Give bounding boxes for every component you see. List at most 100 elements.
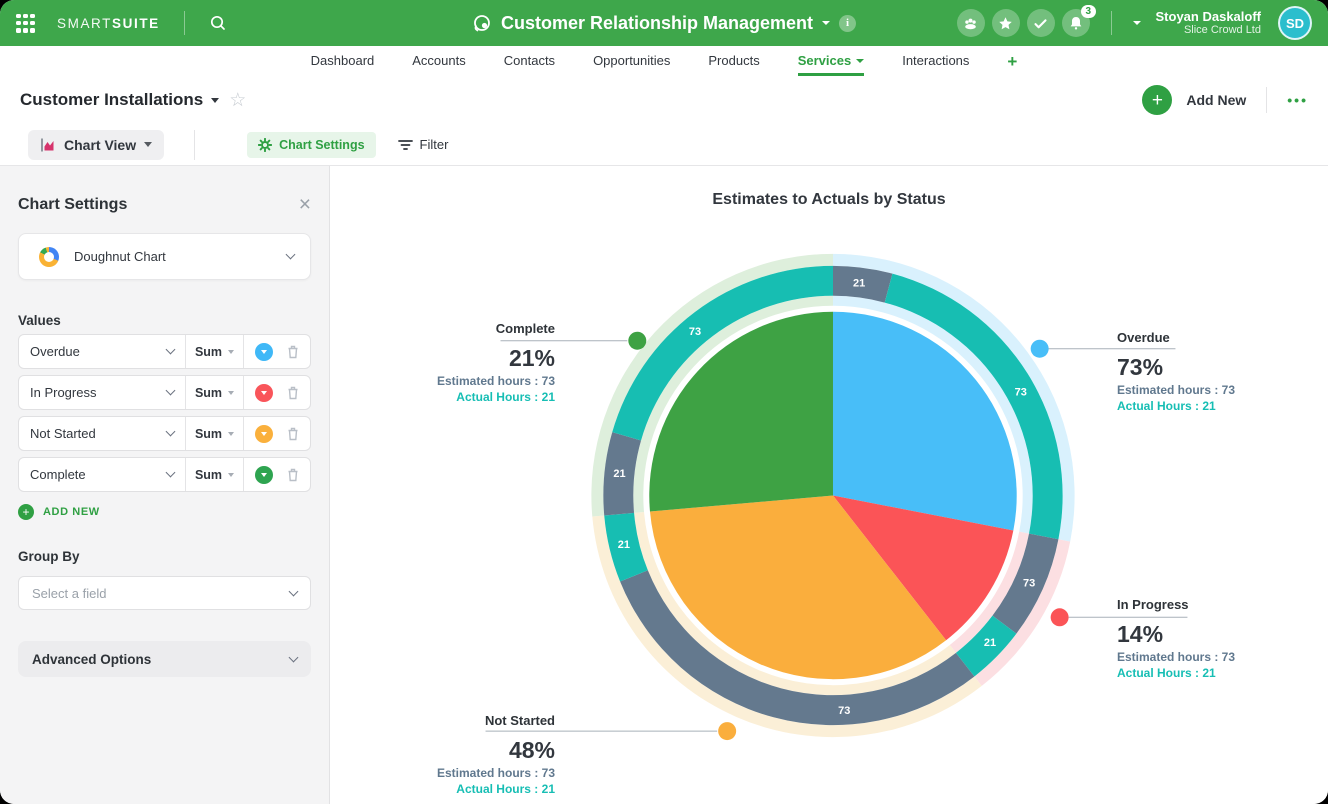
gear-icon (258, 138, 272, 152)
caret-down-icon (228, 391, 234, 395)
values-section-label: Values (18, 313, 311, 328)
color-picker-button[interactable] (255, 466, 273, 484)
info-icon[interactable]: i (839, 15, 856, 32)
trash-icon[interactable] (286, 426, 300, 441)
user-menu[interactable]: Stoyan Daskaloff Slice Crowd Ltd (1156, 9, 1261, 38)
app-grid-icon[interactable] (16, 14, 35, 33)
search-icon[interactable] (209, 14, 227, 32)
user-name: Stoyan Daskaloff (1156, 9, 1261, 25)
user-menu-caret-icon[interactable] (1133, 21, 1141, 25)
caret-down-icon (228, 432, 234, 436)
table-tabbar: Dashboard Accounts Contacts Opportunitie… (0, 46, 1328, 76)
add-new-label: Add New (1186, 92, 1246, 108)
tab-contacts[interactable]: Contacts (504, 46, 555, 76)
view-selector[interactable]: Chart View (28, 130, 164, 160)
doughnut-chart-icon (39, 247, 59, 267)
view-selector-label: Chart View (64, 137, 136, 153)
tab-interactions[interactable]: Interactions (902, 46, 969, 76)
chevron-down-icon (289, 586, 299, 596)
app-window: SMARTSUITE Customer Relationship Managem… (0, 0, 1328, 804)
tasks-check-icon[interactable] (1027, 9, 1055, 37)
more-options-button[interactable]: ••• (1287, 92, 1308, 108)
tab-accounts[interactable]: Accounts (412, 46, 465, 76)
color-picker-button[interactable] (255, 384, 273, 402)
callout-percent: 48% (405, 737, 555, 763)
field-select-complete[interactable]: Complete (19, 458, 186, 491)
add-new-button[interactable]: + (1142, 85, 1172, 115)
tab-services-caret-icon (856, 59, 864, 63)
callout-actual: Actual Hours : 21 (405, 782, 555, 796)
callout-complete: Complete 21% Estimated hours : 73 Actual… (405, 321, 555, 404)
doughnut-chart-svg[interactable]: 2173732173212173 (330, 166, 1328, 804)
solution-title-group[interactable]: Customer Relationship Management i (472, 13, 856, 34)
favorites-star-icon[interactable] (992, 9, 1020, 37)
panel-title: Chart Settings (18, 196, 127, 214)
close-icon[interactable]: × (299, 194, 311, 215)
chart-settings-button[interactable]: Chart Settings (247, 132, 375, 158)
solution-caret-icon[interactable] (822, 21, 830, 25)
advanced-options-label: Advanced Options (32, 652, 151, 667)
chart-canvas: Estimates to Actuals by Status 217373217… (330, 166, 1328, 804)
field-select-in-progress[interactable]: In Progress (19, 376, 186, 409)
members-icon[interactable] (957, 9, 985, 37)
notifications-bell-icon[interactable]: 3 (1062, 9, 1090, 37)
logo-text-light: SMART (57, 16, 112, 31)
page-title: Customer Installations (20, 90, 203, 110)
callout-percent: 21% (405, 345, 555, 371)
color-picker-button[interactable] (255, 425, 273, 443)
filter-button[interactable]: Filter (398, 137, 449, 152)
callout-estimated: Estimated hours : 73 (1117, 383, 1292, 397)
aggregation-select[interactable]: Sum (186, 376, 244, 409)
svg-text:21: 21 (618, 539, 630, 551)
aggregation-select[interactable]: Sum (186, 335, 244, 368)
page-header: Customer Installations ☆ + Add New ••• (0, 76, 1328, 124)
trash-icon[interactable] (286, 467, 300, 482)
group-by-select[interactable]: Select a field (18, 576, 311, 610)
color-picker-button[interactable] (255, 343, 273, 361)
page-title-caret-icon[interactable] (211, 98, 219, 103)
add-new-value-button[interactable]: + ADD NEW (18, 504, 100, 520)
filter-button-label: Filter (420, 137, 449, 152)
caret-down-icon (228, 473, 234, 477)
trash-icon[interactable] (286, 344, 300, 359)
field-label: In Progress (30, 385, 96, 400)
tab-services[interactable]: Services (798, 46, 865, 76)
svg-text:73: 73 (838, 705, 850, 717)
tab-opportunities[interactable]: Opportunities (593, 46, 670, 76)
field-select-overdue[interactable]: Overdue (19, 335, 186, 368)
smartsuite-logo[interactable]: SMARTSUITE (57, 16, 160, 31)
field-label: Overdue (30, 344, 80, 359)
favorite-star-icon[interactable]: ☆ (229, 91, 246, 110)
aggregation-select[interactable]: Sum (186, 458, 244, 491)
tab-dashboard[interactable]: Dashboard (311, 46, 375, 76)
chevron-down-icon (166, 345, 176, 355)
aggregation-label: Sum (195, 468, 222, 482)
user-avatar[interactable]: SD (1278, 6, 1312, 40)
svg-text:73: 73 (689, 326, 701, 338)
user-company: Slice Crowd Ltd (1156, 24, 1261, 37)
caret-down-icon (261, 473, 267, 477)
aggregation-select[interactable]: Sum (186, 417, 244, 450)
header-divider (184, 11, 185, 35)
chart-type-label: Doughnut Chart (74, 249, 166, 264)
callout-actual: Actual Hours : 21 (1117, 666, 1292, 680)
field-label: Complete (30, 467, 86, 482)
chart-settings-panel: Chart Settings × Doughnut Chart Values O… (0, 166, 330, 804)
filter-icon (398, 139, 413, 151)
callout-overdue: Overdue 73% Estimated hours : 73 Actual … (1117, 330, 1292, 413)
advanced-options-toggle[interactable]: Advanced Options (18, 641, 311, 677)
add-new-value-label: ADD NEW (43, 506, 100, 518)
tab-products[interactable]: Products (708, 46, 759, 76)
aggregation-label: Sum (195, 427, 222, 441)
chart-type-select[interactable]: Doughnut Chart (18, 233, 311, 280)
callout-estimated: Estimated hours : 73 (405, 766, 555, 780)
svg-text:21: 21 (984, 637, 996, 649)
field-label: Not Started (30, 426, 96, 441)
caret-down-icon (261, 391, 267, 395)
field-select-not-started[interactable]: Not Started (19, 417, 186, 450)
add-tab-button[interactable]: + (1007, 46, 1017, 76)
callout-percent: 14% (1117, 621, 1292, 647)
trash-icon[interactable] (286, 385, 300, 400)
svg-text:73: 73 (1015, 386, 1027, 398)
aggregation-label: Sum (195, 386, 222, 400)
